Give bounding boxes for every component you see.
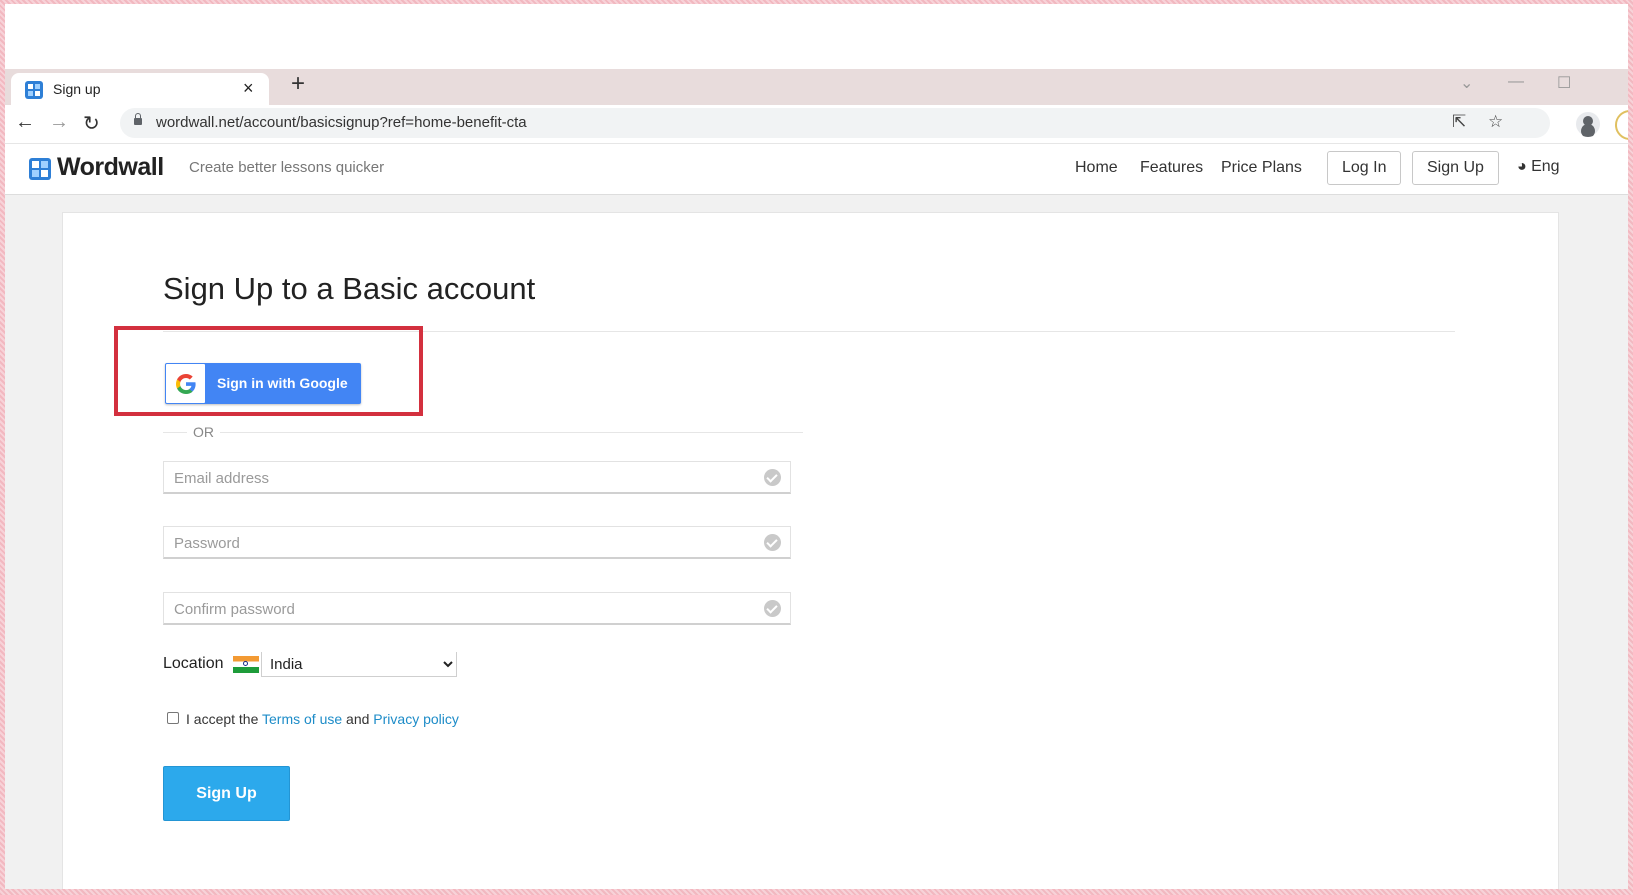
chevron-down-icon[interactable]: ⌄ [1460,73,1473,93]
star-icon[interactable]: ☆ [1488,112,1503,132]
signup-card: Sign Up to a Basic account Sign in with … [62,212,1559,889]
url-text[interactable]: wordwall.net/account/basicsignup?ref=hom… [156,114,527,131]
sign-up-submit-button[interactable]: Sign Up [163,766,290,821]
nav-home[interactable]: Home [1075,159,1118,177]
terms-text: I accept the Terms of use and Privacy po… [186,711,459,727]
address-bar-row: ← → ↻ wordwall.net/account/basicsignup?r… [5,105,1628,144]
password-input[interactable] [172,532,756,554]
nav-features[interactable]: Features [1140,159,1203,177]
tagline: Create better lessons quicker [189,159,385,176]
forward-arrow-icon[interactable]: → [49,111,69,134]
new-tab-plus-icon[interactable]: + [291,70,305,98]
globe-icon: ◕ [1517,158,1532,175]
terms-prefix: I accept the [186,711,263,727]
nav-price-plans[interactable]: Price Plans [1221,159,1302,177]
wordwall-favicon-icon [25,81,43,99]
location-select[interactable]: India [261,652,457,677]
email-input[interactable] [172,467,756,489]
logo-text[interactable]: Wordwall [57,153,164,182]
check-circle-icon [764,534,781,551]
header-sign-up-button[interactable]: Sign Up [1412,151,1499,185]
minimize-icon[interactable]: — [1508,73,1524,91]
terms-and: and [342,711,374,727]
log-in-button[interactable]: Log In [1327,151,1402,185]
language-label: Eng [1531,158,1560,175]
site-header: Wordwall Create better lessons quicker H… [5,144,1628,195]
email-field [163,461,791,494]
tab-strip: Sign up × + ⌄ — ☐ [5,69,1628,105]
wordwall-logo-icon[interactable] [29,158,51,180]
terms-checkbox[interactable] [167,712,179,724]
tab-sign-up[interactable]: Sign up × [11,73,269,105]
or-divider [163,432,803,433]
share-icon[interactable]: ⇱ [1452,112,1466,132]
india-flag-icon [233,656,259,673]
page-title: Sign Up to a Basic account [163,271,536,306]
terms-of-use-link[interactable]: Terms of use [262,711,342,727]
password-field [163,526,791,559]
language-selector[interactable]: ◕ Eng [1517,158,1560,176]
back-arrow-icon[interactable]: ← [15,111,35,134]
tab-title: Sign up [53,81,101,97]
browser-window: Sign up × + ⌄ — ☐ ← → ↻ wordwall.net/acc… [5,4,1628,889]
reload-icon[interactable]: ↻ [83,111,100,136]
privacy-policy-link[interactable]: Privacy policy [373,711,459,727]
confirm-password-input[interactable] [172,598,756,620]
confirm-password-field [163,592,791,625]
profile-avatar-icon[interactable] [1576,112,1600,136]
address-bar[interactable]: wordwall.net/account/basicsignup?ref=hom… [120,108,1550,138]
highlight-box [114,326,423,416]
close-icon[interactable]: × [243,78,254,99]
location-label: Location [163,655,224,672]
check-circle-icon [764,469,781,486]
extension-icon[interactable] [1615,110,1628,140]
lock-icon [134,113,142,125]
check-circle-icon [764,600,781,617]
or-label: OR [187,424,220,440]
maximize-icon[interactable]: ☐ [1557,73,1571,93]
